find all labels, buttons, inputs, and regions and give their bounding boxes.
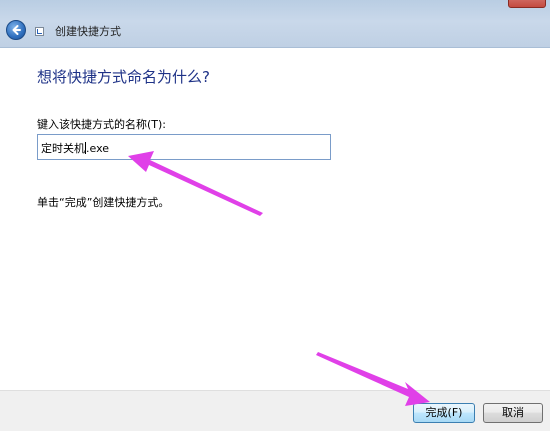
back-arrow-icon xyxy=(12,25,21,35)
create-shortcut-window: 创建快捷方式 想将快捷方式命名为什么? 键入该快捷方式的名称(T): 定时关机.… xyxy=(0,0,550,431)
page-heading: 想将快捷方式命名为什么? xyxy=(37,68,210,86)
input-text-before-caret: 定时关机 xyxy=(41,142,85,155)
button-bar: 完成(F) 取消 xyxy=(0,390,550,431)
finish-button[interactable]: 完成(F) xyxy=(413,403,475,423)
finish-hint-text: 单击“完成”创建快捷方式。 xyxy=(37,196,170,209)
wizard-content: 想将快捷方式命名为什么? 键入该快捷方式的名称(T): 定时关机.exe 单击“… xyxy=(0,48,550,390)
cancel-button[interactable]: 取消 xyxy=(483,403,543,423)
shortcut-icon xyxy=(35,27,44,36)
window-title: 创建快捷方式 xyxy=(55,25,121,38)
name-field-label: 键入该快捷方式的名称(T): xyxy=(37,118,167,131)
title-bar: 创建快捷方式 xyxy=(0,0,550,48)
input-text-after-caret: .exe xyxy=(86,142,110,155)
close-button[interactable] xyxy=(508,0,546,8)
shortcut-name-input[interactable]: 定时关机.exe xyxy=(37,134,331,160)
back-button[interactable] xyxy=(6,20,26,40)
